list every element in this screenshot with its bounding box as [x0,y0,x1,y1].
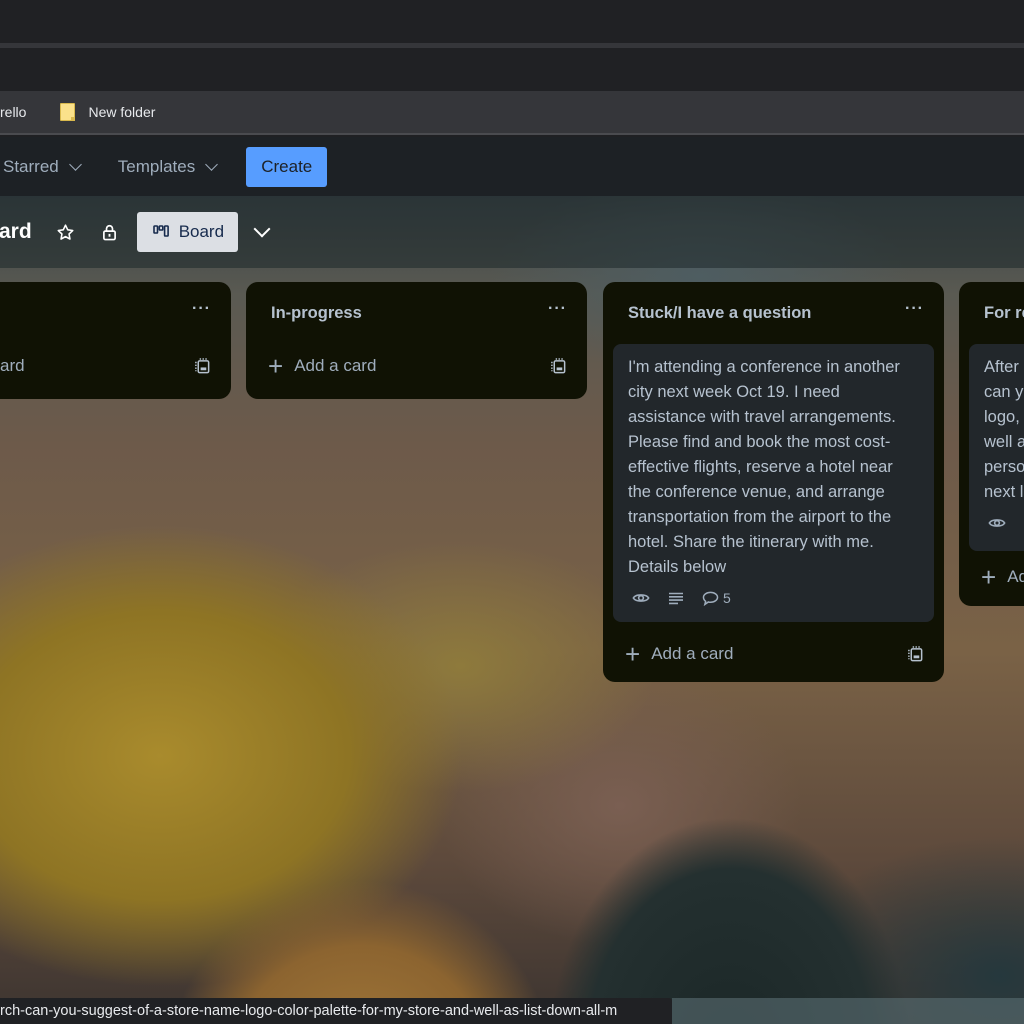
folder-icon [60,103,76,121]
eye-icon [988,519,1006,527]
card-template-icon[interactable] [907,645,924,663]
board-title[interactable]: ard [0,220,32,244]
plus-icon: + [268,351,284,381]
list-todo: ··· ard [0,282,231,399]
plus-icon: + [981,562,997,592]
board-view-button[interactable]: Board [136,212,239,252]
watch-badge [984,516,1006,530]
description-icon [669,592,683,604]
list-footer: ard [0,338,231,394]
board-view-label: Board [178,222,225,241]
bookmark-new-folder[interactable]: New folder [54,97,161,127]
list-header: For re [959,282,1024,344]
starred-menu[interactable]: Starred [0,149,82,185]
bookmarks-bar: rello New folder [0,91,1024,135]
link-preview-statusbar: rch-can-you-suggest-of-a-store-name-logo… [0,998,672,1024]
create-button[interactable]: Create [246,146,328,187]
card[interactable]: I'm attending a conference in another ci… [613,344,934,622]
chevron-down-icon [68,157,82,171]
add-card-label: Add a card [651,644,734,663]
list-stuck: Stuck/I have a question ··· I'm attendin… [603,282,944,682]
plus-icon: + [625,639,641,669]
chevron-down-icon [205,157,219,171]
card-badges: 5 [628,586,920,610]
card-title: I'm attending a conference in another ci… [628,358,900,576]
card-template-icon[interactable] [194,357,211,375]
card-title: After can y logo, well a perso next l [984,358,1024,501]
add-card-button[interactable]: + Add a card [268,353,376,379]
star-icon[interactable] [56,222,76,242]
bookmark-folder-label: New folder [88,104,156,120]
add-card-label: ard [0,356,25,375]
list-header: ··· [0,282,231,344]
list-title[interactable]: For re [984,304,1024,323]
comments-badge: 5 [698,586,731,611]
card[interactable]: After can y logo, well a perso next l [969,344,1024,551]
add-card-button[interactable]: + Add a card [625,641,733,667]
add-card-button[interactable]: ard [0,356,25,376]
add-card-label: Add a card [294,356,377,375]
list-menu-icon[interactable]: ··· [548,300,567,318]
description-badge [664,592,684,605]
board-scrollbar[interactable] [672,998,1024,1024]
templates-menu[interactable]: Templates [115,149,219,185]
card-badges [984,511,1024,535]
starred-label: Starred [3,156,59,176]
bookmark-trello[interactable]: rello [0,97,32,127]
list-header: In-progress ··· [246,282,587,344]
eye-icon [632,594,650,602]
list-in-progress: In-progress ··· + Add a card [246,282,587,399]
list-for-review: For re After can y logo, well a perso ne… [959,282,1024,606]
templates-label: Templates [117,156,196,176]
board-view-icon [152,222,169,242]
list-footer: + Add a card [603,624,944,684]
card-template-icon[interactable] [550,357,567,375]
list-footer: + Ad [959,551,1024,603]
lock-icon[interactable] [100,222,120,242]
bookmark-trello-label: rello [0,104,27,120]
board-header: ard Board [0,196,1024,268]
list-title[interactable]: In-progress [271,304,362,323]
chevron-down-icon[interactable] [253,220,271,238]
list-menu-icon[interactable]: ··· [192,300,211,318]
comment-count: 5 [723,589,731,606]
list-header: Stuck/I have a question ··· [603,282,944,344]
browser-address-bar[interactable] [0,48,1024,91]
list-menu-icon[interactable]: ··· [905,300,924,318]
app-header: Starred Templates Create [0,137,1024,196]
add-card-label: Ad [1007,567,1024,586]
browser-tab-strip [0,0,1024,43]
list-title[interactable]: Stuck/I have a question [628,304,811,323]
comment-icon [702,591,719,606]
add-card-button[interactable]: + Ad [981,564,1024,590]
list-footer: + Add a card [246,338,587,394]
watch-badge [628,591,650,605]
